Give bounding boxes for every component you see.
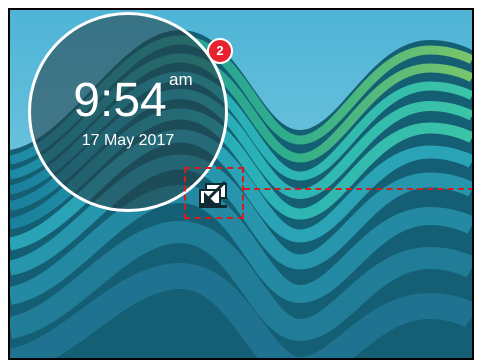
collapse-screen-icon (199, 180, 227, 208)
clock-time: 9:54 (73, 74, 167, 127)
collapse-screen-button[interactable] (195, 178, 233, 210)
highlight-callout-line (244, 188, 472, 190)
clock-ampm: am (169, 70, 193, 89)
lock-screen: 9:54 am 17 May 2017 2 (8, 8, 474, 360)
clock-date: 17 May 2017 (81, 132, 175, 149)
notification-badge[interactable]: 2 (207, 38, 233, 64)
